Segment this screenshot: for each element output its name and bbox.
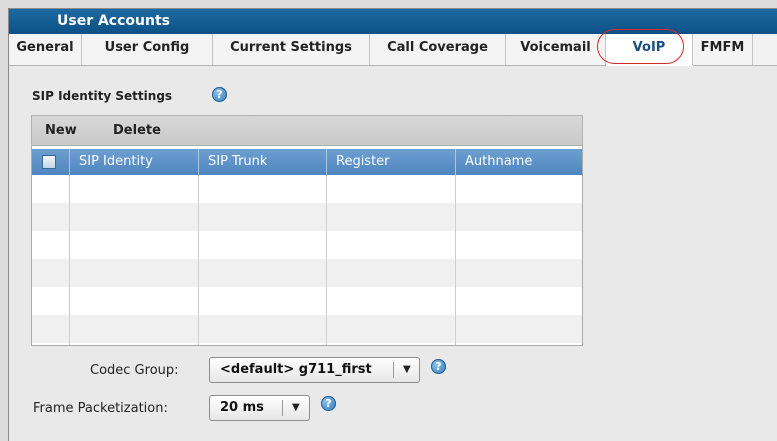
sip-identity-table: SIP Identity SIP Trunk Register Authname — [31, 146, 583, 346]
column-register[interactable]: Register — [326, 149, 455, 175]
tab-bar: General User Config Current Settings Cal… — [9, 34, 777, 66]
table-row[interactable] — [32, 203, 582, 231]
frame-packetization-label: Frame Packetization: — [33, 401, 168, 416]
tab-voicemail[interactable]: Voicemail — [506, 34, 606, 65]
tab-user-config[interactable]: User Config — [82, 34, 213, 65]
table-row[interactable] — [32, 175, 582, 203]
chevron-down-icon: ▼ — [403, 364, 411, 375]
chevron-down-icon: ▼ — [292, 402, 300, 413]
table-row[interactable] — [32, 259, 582, 287]
section-title: SIP Identity Settings — [32, 89, 173, 103]
column-authname[interactable]: Authname — [455, 149, 582, 175]
help-icon[interactable]: ? — [321, 396, 336, 411]
table-row[interactable] — [32, 231, 582, 259]
frame-packetization-select[interactable]: 20 ms ▼ — [209, 395, 310, 421]
codec-group-label: Codec Group: — [90, 363, 179, 378]
delete-button[interactable]: Delete — [113, 116, 161, 146]
codec-group-value: <default> g711_first — [220, 362, 372, 377]
table-header: SIP Identity SIP Trunk Register Authname — [32, 149, 582, 175]
codec-group-select[interactable]: <default> g711_first ▼ — [209, 357, 420, 383]
column-sip-trunk[interactable]: SIP Trunk — [198, 149, 326, 175]
help-icon[interactable]: ? — [431, 359, 446, 374]
frame-packetization-value: 20 ms — [220, 400, 264, 415]
tab-general[interactable]: General — [9, 34, 82, 65]
tab-current-settings[interactable]: Current Settings — [213, 34, 370, 65]
new-button[interactable]: New — [45, 116, 77, 146]
panel-title: User Accounts — [9, 9, 777, 34]
grid-toolbar: New Delete — [31, 115, 583, 146]
tab-fmfm[interactable]: FMFM — [693, 34, 753, 65]
column-sip-identity[interactable]: SIP Identity — [69, 149, 198, 175]
tab-call-coverage[interactable]: Call Coverage — [370, 34, 506, 65]
help-icon[interactable]: ? — [212, 87, 227, 102]
table-row[interactable] — [32, 315, 582, 343]
tab-voip[interactable]: VoIP — [606, 34, 693, 66]
select-all-checkbox[interactable] — [42, 155, 56, 169]
table-row[interactable] — [32, 287, 582, 315]
